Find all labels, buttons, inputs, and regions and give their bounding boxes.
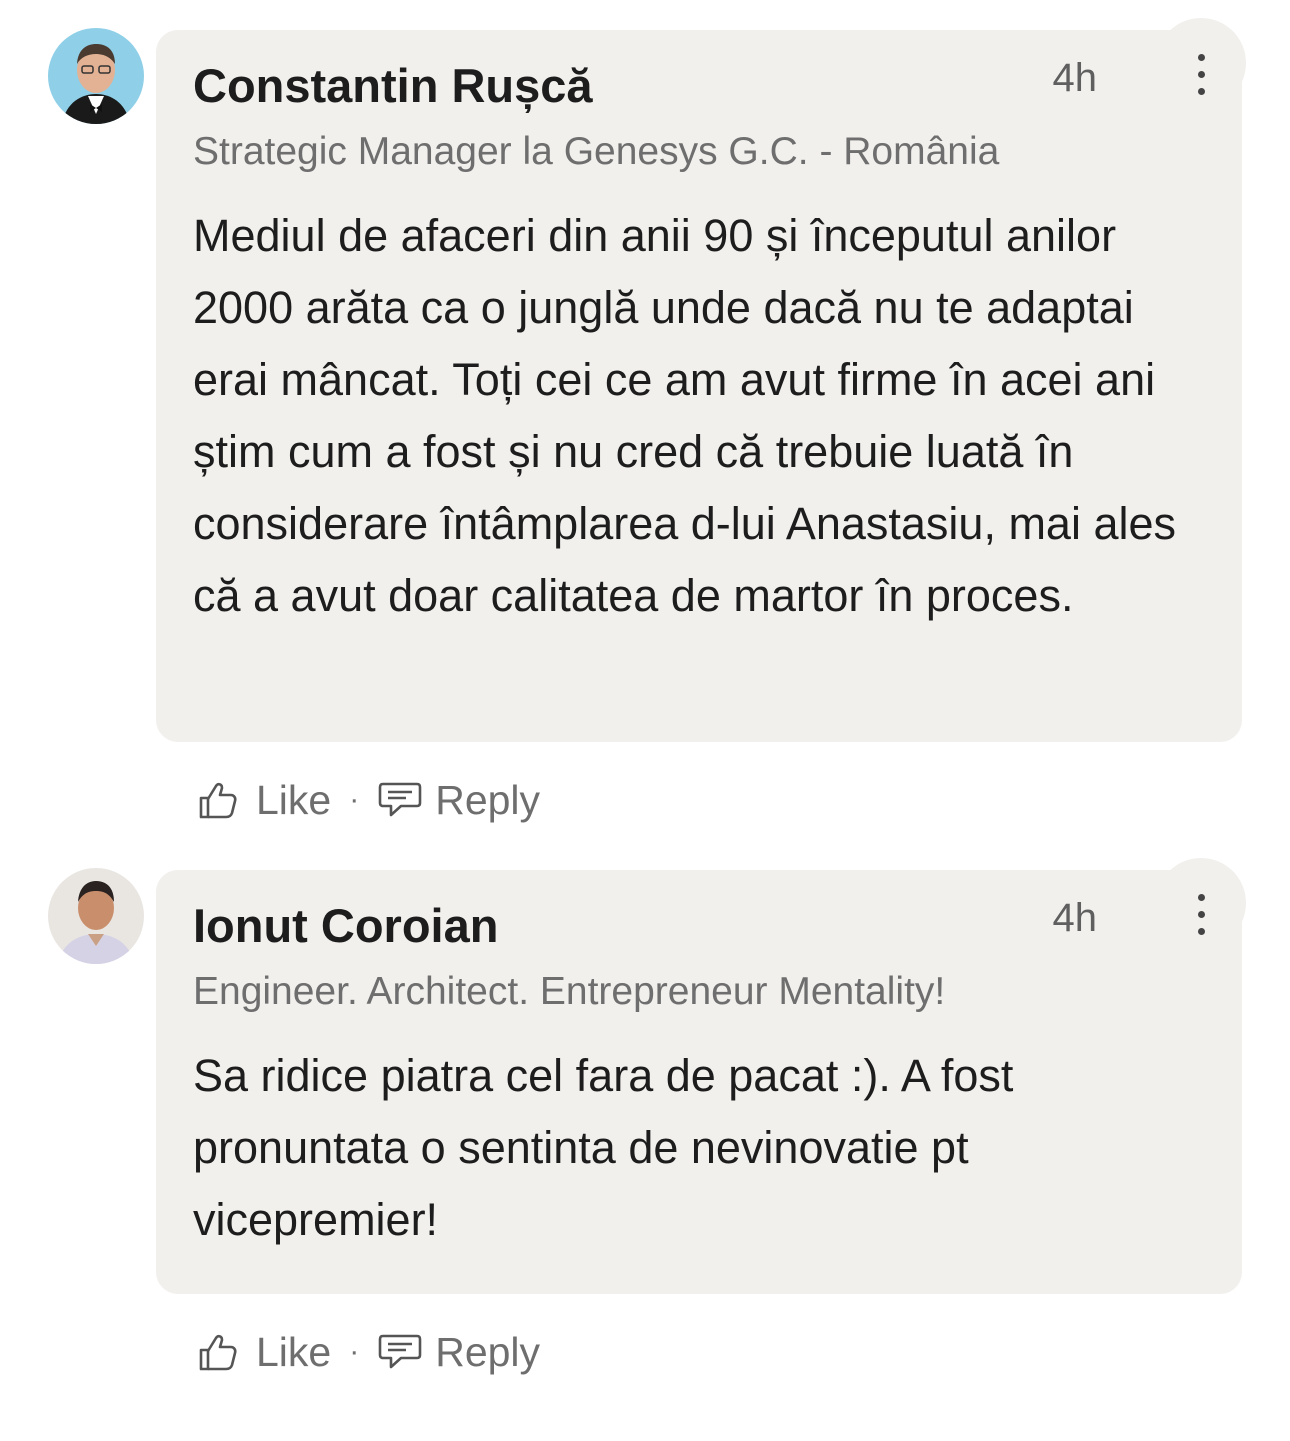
comment-text: Sa ridice piatra cel fara de pacat :). A…	[193, 1050, 1014, 1245]
comment-timestamp: 4h	[1052, 56, 1098, 100]
author-avatar[interactable]	[48, 28, 144, 124]
like-label: Like	[256, 776, 332, 823]
author-avatar[interactable]	[48, 868, 144, 964]
reply-label: Reply	[435, 1328, 541, 1375]
more-options-button[interactable]	[1156, 858, 1246, 948]
thumbs-up-icon	[196, 778, 240, 822]
reply-button[interactable]: Reply	[377, 777, 540, 824]
author-name[interactable]: Ionut Coroian	[193, 898, 498, 953]
comment-bubble: Ionut Coroian 4h Engineer. Architect. En…	[156, 858, 1246, 1294]
speech-bubble-icon	[377, 778, 423, 822]
comment-actions: Like · Reply	[196, 770, 540, 830]
comment-actions: Like · Reply	[196, 1322, 540, 1382]
author-headline: Strategic Manager la Genesys G.C. - Româ…	[193, 130, 1000, 173]
author-headline: Engineer. Architect. Entrepreneur Mental…	[193, 970, 946, 1013]
reply-button[interactable]: Reply	[377, 1329, 540, 1376]
thumbs-up-icon	[196, 1330, 240, 1374]
reply-label: Reply	[435, 776, 541, 823]
more-options-button[interactable]	[1156, 18, 1246, 108]
like-button[interactable]: Like	[196, 777, 331, 824]
speech-bubble-icon	[377, 1330, 423, 1374]
action-separator: ·	[349, 1335, 360, 1368]
comment-timestamp: 4h	[1052, 896, 1098, 940]
action-separator: ·	[349, 783, 360, 816]
like-label: Like	[256, 1328, 332, 1375]
author-name[interactable]: Constantin Rușcă	[193, 58, 593, 113]
comment-text: Mediul de afaceri din anii 90 și început…	[193, 210, 1177, 621]
like-button[interactable]: Like	[196, 1329, 331, 1376]
comment-bubble: Constantin Rușcă 4h Strategic Manager la…	[156, 18, 1246, 742]
